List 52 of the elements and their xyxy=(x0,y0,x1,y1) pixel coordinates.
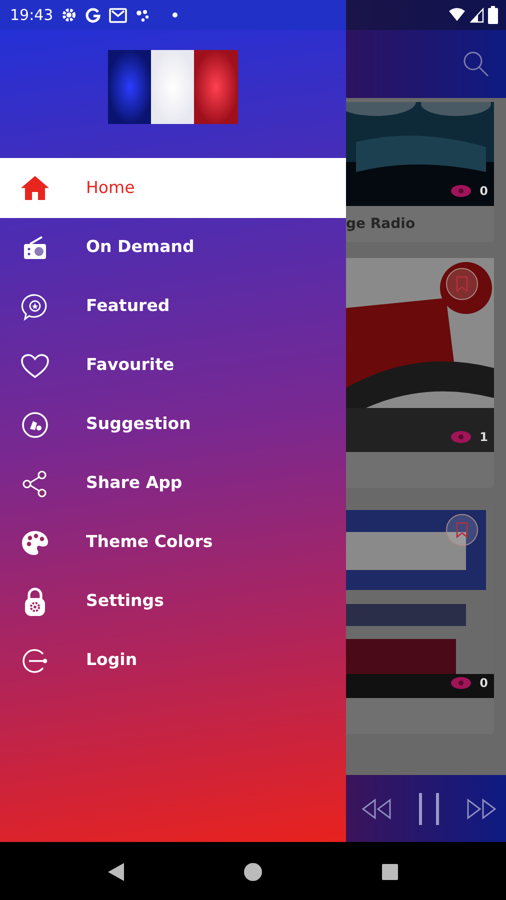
drawer-menu-item[interactable]: Login xyxy=(0,631,346,690)
dots-icon xyxy=(135,7,152,23)
dot-icon xyxy=(171,11,180,19)
drawer-menu-item[interactable]: Share App xyxy=(0,454,346,513)
eye-icon xyxy=(450,430,472,444)
bookmark-icon xyxy=(456,522,468,538)
radio-icon xyxy=(22,236,48,260)
g-icon xyxy=(85,7,102,23)
drawer-menu-item[interactable]: Settings xyxy=(0,572,346,631)
view-count: 1 xyxy=(480,429,488,446)
bookmark-button[interactable] xyxy=(446,514,478,546)
drawer-menu-item[interactable]: Theme Colors xyxy=(0,513,346,572)
wifi-icon xyxy=(448,7,466,23)
bookmark-icon xyxy=(456,276,468,292)
palette-icon xyxy=(21,530,49,556)
drawer-menu-item[interactable]: Featured xyxy=(0,277,346,336)
mail-icon xyxy=(109,7,128,23)
station-card[interactable]: 1 xyxy=(346,258,494,488)
flag-icon xyxy=(108,50,238,124)
forward-button[interactable] xyxy=(466,796,498,821)
heart-icon xyxy=(20,352,50,378)
music-circle-icon xyxy=(21,410,49,438)
square-icon xyxy=(381,862,399,881)
pause-button[interactable] xyxy=(416,792,442,826)
view-count: 0 xyxy=(480,183,488,200)
rewind-icon xyxy=(360,796,392,821)
logout-icon xyxy=(21,648,49,674)
share-icon xyxy=(22,470,48,498)
drawer-menu-item[interactable]: Home xyxy=(0,158,346,218)
circle-icon xyxy=(243,862,263,882)
drawer-menu-item[interactable]: Suggestion xyxy=(0,395,346,454)
drawer-menu-item[interactable]: Favourite xyxy=(0,336,346,395)
view-count: 0 xyxy=(480,675,488,692)
station-card[interactable]: 0 ge Radio xyxy=(346,102,494,242)
station-card[interactable]: 0 xyxy=(346,504,494,734)
drawer-menu-item[interactable]: On Demand xyxy=(0,218,346,277)
fast-forward-icon xyxy=(466,796,498,821)
eye-icon xyxy=(450,676,472,690)
status-time: 19:43 xyxy=(10,4,54,26)
station-title: ge Radio xyxy=(346,216,416,232)
chat-star-icon xyxy=(21,292,49,320)
home-icon xyxy=(20,175,50,201)
rewind-button[interactable] xyxy=(360,796,392,821)
search-icon[interactable] xyxy=(462,50,490,78)
eye-icon xyxy=(450,184,472,198)
bookmark-button[interactable] xyxy=(446,268,478,300)
gear-icon xyxy=(61,7,78,23)
pause-icon xyxy=(416,792,442,826)
back-icon xyxy=(107,862,125,882)
lock-gear-icon xyxy=(23,586,47,616)
signal-icon xyxy=(470,7,484,23)
battery-icon xyxy=(488,6,498,24)
